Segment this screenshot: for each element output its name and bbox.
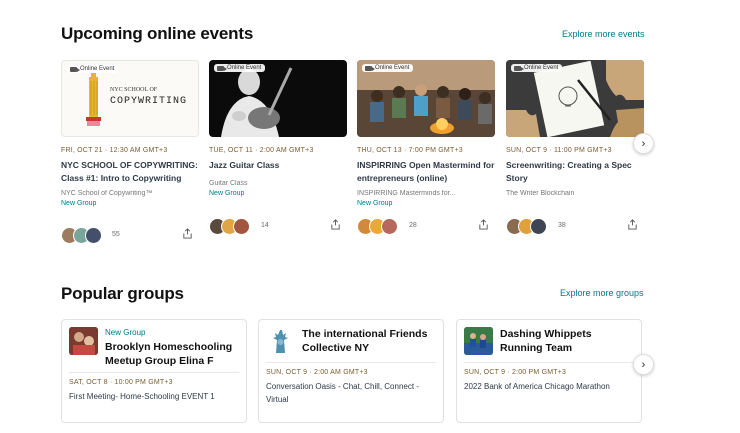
avatar	[233, 218, 250, 235]
new-group-label: New Group	[105, 328, 146, 337]
next-events-button[interactable]: ›	[633, 133, 654, 154]
divider	[69, 372, 239, 373]
event-footer: 55	[61, 227, 193, 245]
group-name[interactable]: Brooklyn Homeschooling Meetup Group Elin…	[105, 340, 243, 368]
avatar	[381, 218, 398, 235]
attendee-count: 14	[261, 222, 269, 229]
event-image: NYC SCHOOL OF COPYWRITING Online Event	[61, 60, 199, 137]
group-photo	[69, 327, 98, 355]
explore-more-events-link[interactable]: Explore more events	[562, 29, 645, 39]
online-event-badge: Online Event	[362, 64, 414, 72]
event-card[interactable]: NYC SCHOOL OF COPYWRITING Online Event F…	[61, 60, 199, 244]
avatar	[530, 218, 547, 235]
share-icon[interactable]	[478, 219, 489, 230]
event-card[interactable]: Online Event THU, OCT 13 · 7:00 PM GMT+3…	[357, 60, 495, 235]
attendee-count: 38	[558, 222, 566, 229]
group-event-date: SAT, OCT 8 · 10:00 PM GMT+3	[69, 379, 173, 386]
attendee-avatars	[61, 227, 102, 244]
group-name[interactable]: Dashing Whippets Running Team	[500, 327, 630, 355]
runners-photo	[464, 327, 493, 355]
group-card[interactable]: The international Friends Collective NY …	[258, 319, 444, 423]
event-card[interactable]: Online Event TUE, OCT 11 · 2:00 AM GMT+3…	[209, 60, 347, 235]
new-group-label: New Group	[209, 189, 245, 197]
event-footer: 14	[209, 218, 341, 236]
video-camera-icon	[514, 65, 524, 71]
next-groups-button[interactable]: ›	[633, 354, 654, 375]
event-date: SUN, OCT 9 · 11:00 PM GMT+3	[506, 147, 612, 154]
divider	[464, 362, 634, 363]
video-camera-icon	[217, 65, 227, 71]
event-footer: 38	[506, 218, 638, 236]
attendee-count: 28	[409, 222, 417, 229]
event-footer: 28	[357, 218, 489, 236]
event-image: Online Event	[506, 60, 644, 137]
chevron-right-icon: ›	[641, 358, 646, 371]
online-event-badge: Online Event	[67, 65, 119, 73]
chevron-right-icon: ›	[641, 137, 646, 150]
group-event-date: SUN, OCT 9 · 2:00 AM GMT+3	[266, 369, 368, 376]
group-thumbnail	[464, 327, 493, 355]
attendee-avatars	[357, 218, 398, 235]
event-group-name: Guitar Class	[209, 179, 248, 187]
image-text-line2: COPYWRITING	[110, 96, 188, 107]
group-event-date: SUN, OCT 9 · 2:00 PM GMT+3	[464, 369, 567, 376]
share-icon[interactable]	[182, 228, 193, 239]
avatar	[85, 227, 102, 244]
event-group-name: INSPIRRING Masterminds for...	[357, 190, 456, 197]
upcoming-events-title: Upcoming online events	[61, 24, 254, 43]
event-date: TUE, OCT 11 · 2:00 AM GMT+3	[209, 147, 314, 154]
event-date: FRI, OCT 21 · 12:30 AM GMT+3	[61, 147, 168, 154]
share-icon[interactable]	[330, 219, 341, 230]
group-thumbnail	[266, 327, 295, 355]
new-group-label: New Group	[61, 200, 97, 207]
event-image: Online Event	[357, 60, 495, 137]
event-image: Online Event	[209, 60, 347, 137]
event-date: THU, OCT 13 · 7:00 PM GMT+3	[357, 147, 463, 154]
event-title[interactable]: Jazz Guitar Class	[209, 159, 347, 172]
event-title[interactable]: Screenwriting: Creating a Spec Story	[506, 159, 644, 184]
new-group-label: New Group	[357, 200, 393, 207]
attendee-avatars	[506, 218, 547, 235]
group-card[interactable]: New Group Brooklyn Homeschooling Meetup …	[61, 319, 247, 423]
popular-groups-title: Popular groups	[61, 284, 184, 303]
image-text-line1: NYC SCHOOL OF	[110, 87, 158, 93]
event-group-name: The Writer Blockchain	[506, 190, 575, 197]
event-title[interactable]: NYC SCHOOL OF COPYWRITING: Class #1: Int…	[61, 159, 199, 184]
online-event-badge: Online Event	[511, 64, 563, 72]
event-title[interactable]: INSPIRRING Open Mastermind for entrepren…	[357, 159, 495, 184]
group-thumbnail	[69, 327, 98, 355]
group-event-title[interactable]: 2022 Bank of America Chicago Marathon	[464, 381, 635, 394]
group-name[interactable]: The international Friends Collective NY	[302, 327, 440, 355]
video-camera-icon	[70, 66, 80, 72]
event-group-name: NYC School of Copywriting™	[61, 190, 153, 197]
video-camera-icon	[365, 65, 375, 71]
divider	[266, 362, 436, 363]
group-event-title[interactable]: First Meeting- Home-Schooling EVENT 1	[69, 391, 240, 404]
attendee-count: 55	[112, 231, 120, 238]
group-event-title[interactable]: Conversation Oasis - Chat, Chill, Connec…	[266, 381, 437, 406]
online-event-badge: Online Event	[214, 64, 266, 72]
event-card[interactable]: Online Event SUN, OCT 9 · 11:00 PM GMT+3…	[506, 60, 644, 235]
attendee-avatars	[209, 218, 250, 235]
explore-more-groups-link[interactable]: Explore more groups	[560, 288, 644, 298]
group-card[interactable]: Dashing Whippets Running Team SUN, OCT 9…	[456, 319, 642, 423]
statue-of-liberty-icon	[266, 327, 295, 355]
share-icon[interactable]	[627, 219, 638, 230]
